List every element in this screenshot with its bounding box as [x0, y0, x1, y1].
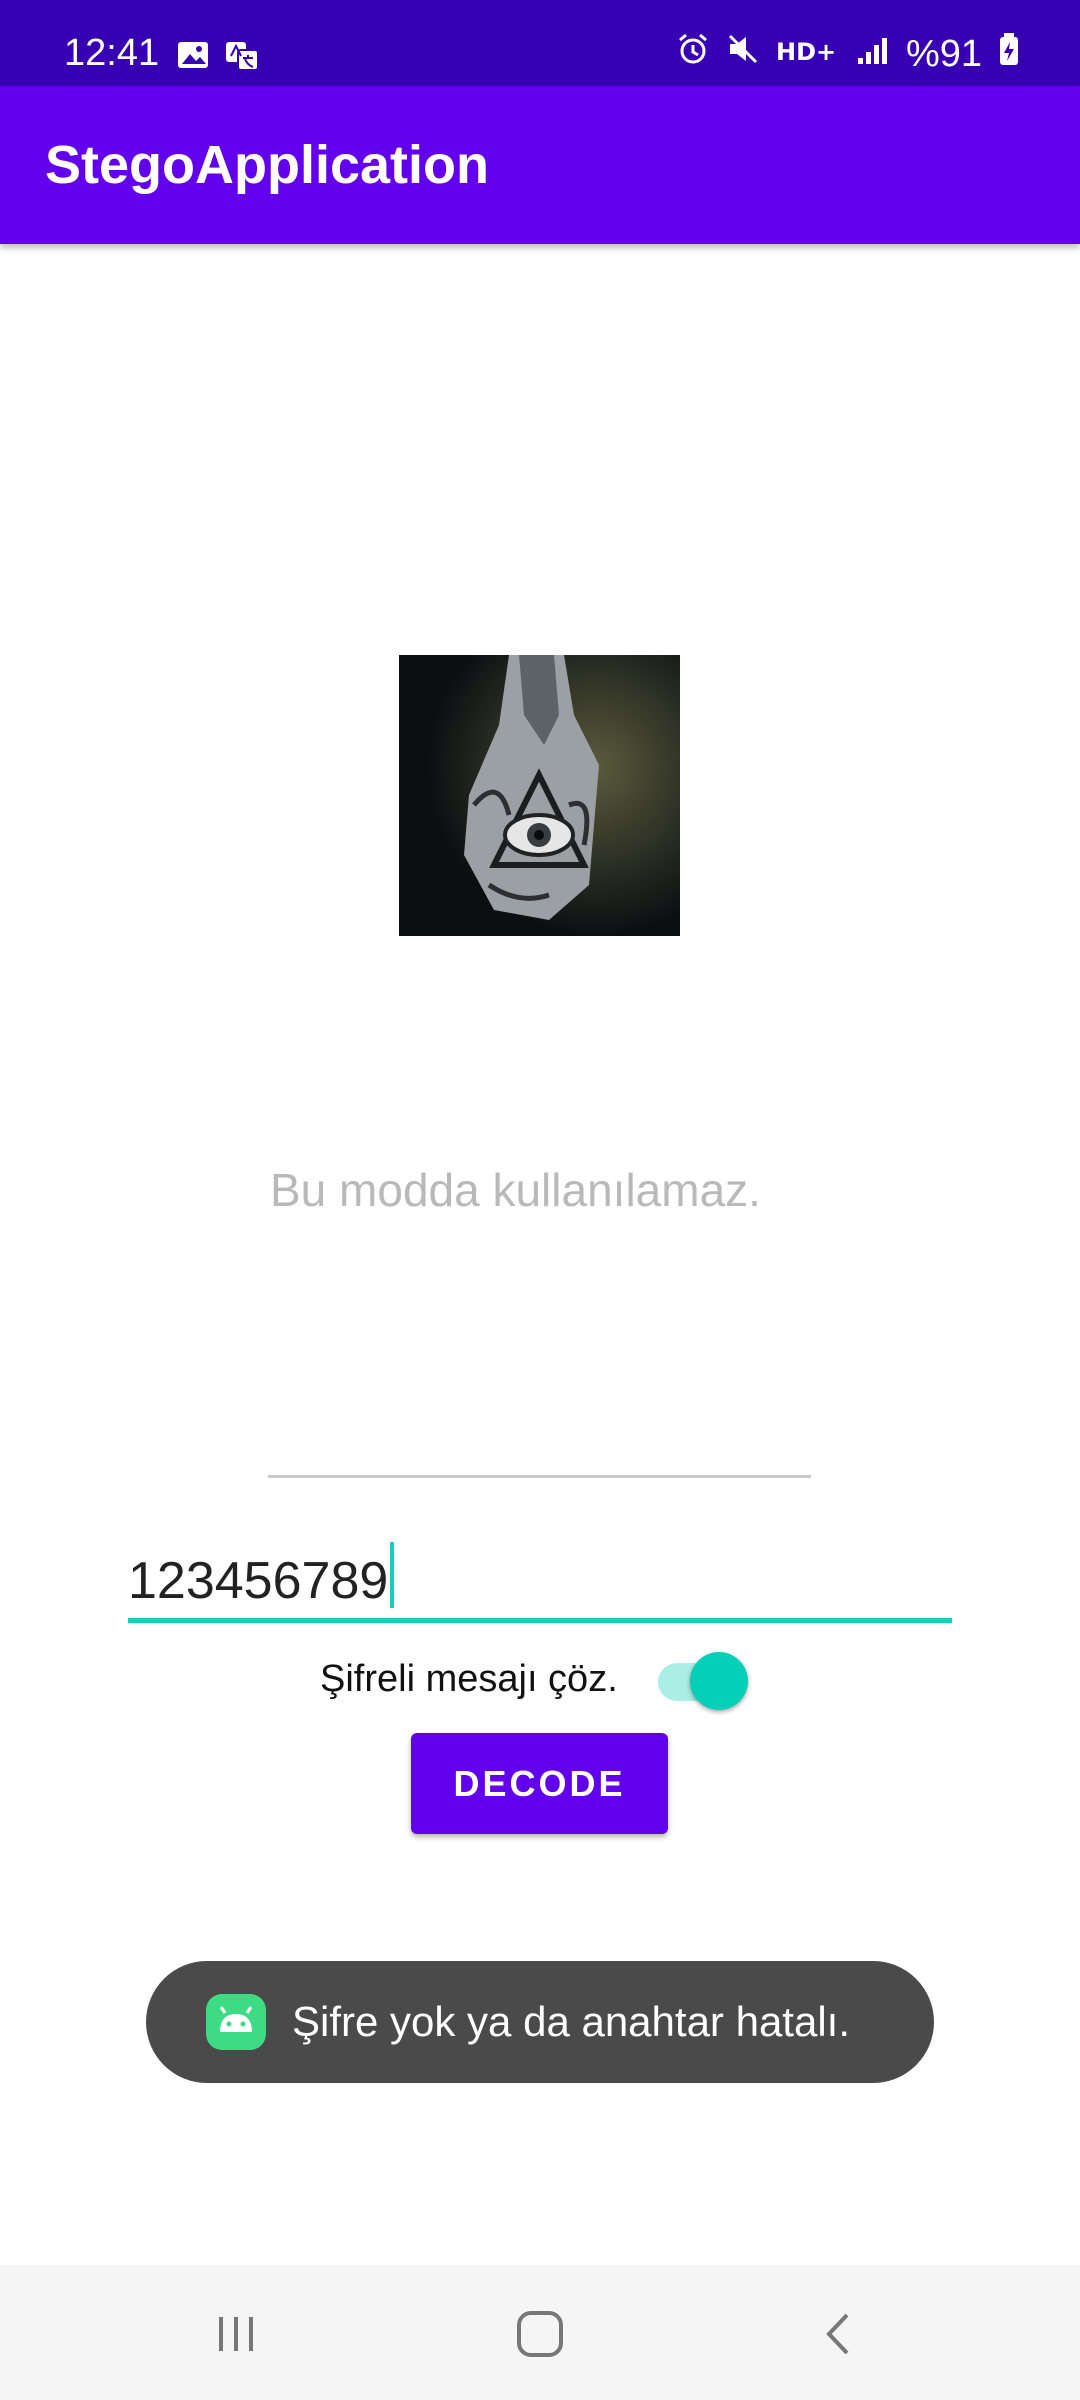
message-field[interactable]: Bu modda kullanılamaz.	[268, 1160, 811, 1478]
status-bar: 12:41 HD+ %91	[0, 0, 1080, 86]
toast-message: Şifre yok ya da anahtar hatalı.	[292, 1998, 850, 2045]
decode-toggle-label: Şifreli mesajı çöz.	[320, 1658, 618, 1700]
alarm-icon	[676, 32, 710, 76]
svg-text:HD+: HD+	[776, 38, 836, 66]
decode-toggle-row: Şifreli mesajı çöz.	[320, 1650, 750, 1710]
toast: Şifre yok ya da anahtar hatalı.	[146, 1961, 934, 2083]
back-icon[interactable]	[800, 2301, 880, 2367]
app-title: StegoApplication	[45, 135, 489, 195]
hd-plus-icon: HD+	[776, 33, 840, 76]
battery-text: %91	[905, 32, 982, 75]
status-right-icons: HD+ %91	[676, 32, 1020, 76]
decode-switch-thumb[interactable]	[690, 1652, 748, 1710]
decode-button[interactable]: DECODE	[411, 1733, 668, 1834]
status-left-icons	[176, 40, 260, 77]
battery-charging-icon	[998, 32, 1020, 76]
recent-apps-icon[interactable]	[196, 2301, 276, 2367]
home-icon[interactable]	[500, 2301, 580, 2367]
translate-icon	[224, 40, 260, 77]
navigation-bar	[0, 2265, 1080, 2400]
selected-image[interactable]	[399, 655, 680, 936]
mute-icon	[726, 32, 760, 76]
text-caret	[390, 1542, 395, 1608]
key-input-value: 123456789	[128, 1542, 395, 1611]
app-bar: StegoApplication	[0, 86, 1080, 244]
status-time: 12:41	[64, 32, 160, 74]
key-input[interactable]: 123456789	[128, 1530, 952, 1623]
tattoo-hand-image	[399, 655, 680, 936]
image-icon	[176, 40, 210, 77]
message-placeholder: Bu modda kullanılamaz.	[270, 1164, 761, 1216]
android-app-icon	[206, 1994, 266, 2050]
signal-icon	[856, 33, 890, 76]
